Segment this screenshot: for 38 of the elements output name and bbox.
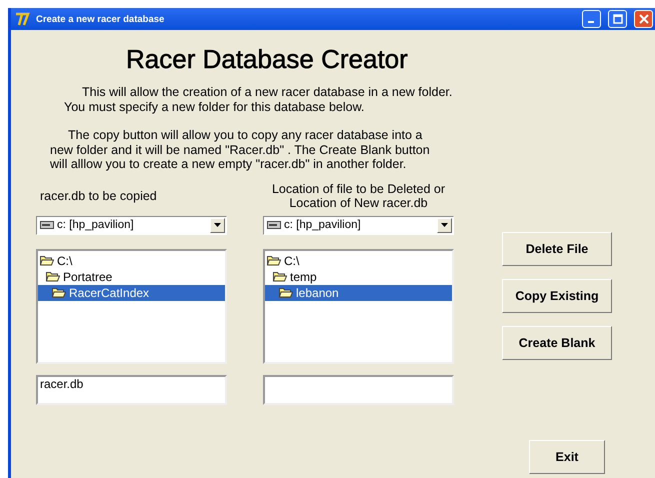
field-label: racer.db to be copied — [39, 188, 158, 205]
drive-dropdown[interactable]: c: [hp_pavilion] — [263, 216, 454, 234]
minimize-button[interactable] — [582, 10, 601, 28]
drive-dropdown[interactable]: c: [hp_pavilion] — [36, 216, 227, 234]
maximize-button[interactable] — [608, 10, 627, 28]
action-button[interactable]: Delete File — [502, 232, 612, 266]
folder-list[interactable]: C:\ Portatree RacerCatIndex — [36, 248, 227, 364]
folder-icon — [267, 255, 281, 266]
close-button[interactable] — [634, 10, 653, 28]
caret-icon — [214, 223, 221, 227]
maximize-icon — [612, 14, 622, 24]
folder-icon — [279, 287, 293, 298]
folder-item[interactable]: lebanon — [265, 284, 452, 300]
folder-item[interactable]: temp — [265, 268, 452, 284]
folder-icon — [40, 255, 54, 266]
action-button[interactable]: Copy Existing — [502, 278, 612, 312]
folder-item[interactable]: C:\ — [265, 252, 452, 268]
heading: Racer Database Creator — [125, 44, 409, 75]
drive-icon — [40, 221, 54, 229]
folder-item[interactable]: RacerCatIndex — [38, 284, 225, 300]
folder-list[interactable]: C:\ temp lebanon — [263, 248, 454, 364]
window-title: Create a new racer database — [36, 14, 166, 24]
folder-icon — [46, 271, 60, 282]
folder-item[interactable]: Portatree — [38, 268, 225, 284]
folder-item[interactable]: C:\ — [38, 252, 225, 268]
description-text: This will allow the creation of a new racer database in a new folder. You must specify a new folder for this database below. — [63, 85, 454, 114]
folder-icon — [273, 271, 287, 282]
drive-icon — [267, 221, 281, 229]
app-icon — [15, 12, 31, 26]
action-button[interactable]: Create Blank — [502, 326, 612, 360]
folder-icon — [52, 287, 66, 298]
caret-icon — [441, 223, 448, 227]
close-icon — [638, 14, 648, 24]
file-name-field[interactable] — [263, 374, 454, 404]
description-text: The copy button will allow you to copy any racer database into a new folder and it will be named "Racer.db" . The Create Blank button will alllow you to create a new empty "racer.db" in another folder. — [49, 128, 431, 172]
exit-button[interactable]: Exit — [529, 440, 605, 474]
file-name-field[interactable]: racer.db — [36, 374, 227, 404]
field-label: Location of file to be Deleted or Location of New racer.db — [270, 182, 446, 210]
